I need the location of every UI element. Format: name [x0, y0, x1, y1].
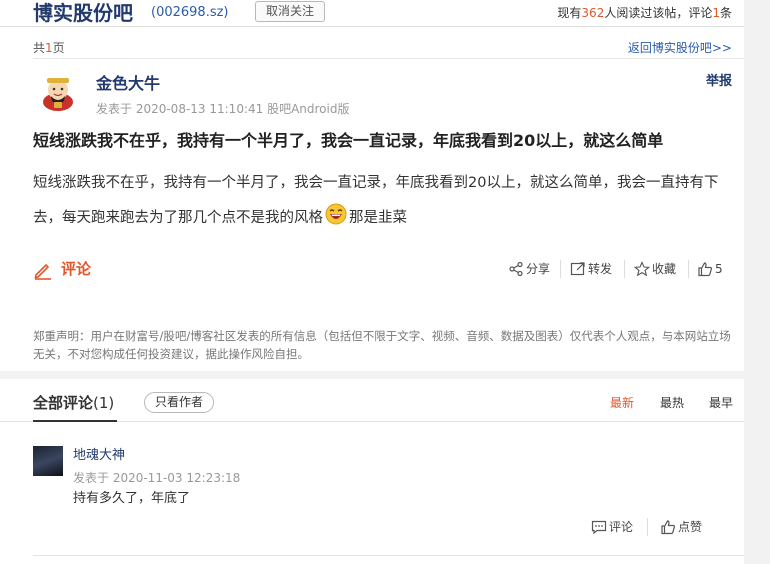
sort-hottest-tab[interactable]: 最热: [660, 395, 684, 411]
comment-text: 持有多久了，年底了: [73, 491, 191, 506]
repost-label: 转发: [588, 262, 613, 276]
comment-time: 发表于 2020-11-03 12:23:18: [73, 471, 241, 485]
share-button[interactable]: 分享: [508, 260, 553, 278]
all-comments-heading[interactable]: 全部评论(1): [33, 392, 114, 414]
collect-button[interactable]: 收藏: [634, 260, 682, 278]
report-button[interactable]: 举报: [706, 73, 732, 91]
share-label: 分享: [526, 262, 551, 276]
comment-divider: [33, 555, 744, 556]
comment-label: 评论: [61, 260, 92, 278]
author-avatar[interactable]: [39, 72, 77, 112]
sort-newest-tab[interactable]: 最新: [610, 395, 634, 411]
all-comments-label: 全部评论: [33, 394, 94, 412]
read-mid: 人阅读过该帖，评论: [604, 6, 713, 20]
like-button[interactable]: 5: [697, 260, 727, 278]
collect-label: 收藏: [652, 262, 677, 276]
page-count: 共1页: [33, 41, 65, 55]
disclaimer-text: 郑重声明：用户在财富号/股吧/博客社区发表的所有信息（包括但不限于文字、视频、音…: [33, 329, 731, 361]
post-title: 短线涨跌我不在乎，我持有一个半月了，我会一直记录，年底我看到20以上，就这么简单: [33, 131, 664, 150]
comment-bubble-icon: [591, 520, 607, 535]
page-count-suffix: 页: [52, 41, 65, 55]
comment-like-label: 点赞: [678, 520, 703, 534]
read-suffix: 条: [719, 6, 732, 20]
share-icon: [509, 261, 523, 277]
pen-icon: [34, 263, 51, 280]
post-body-text-end: 那是韭菜: [349, 210, 407, 226]
post-time: 发表于 2020-08-13 11:10:41 股吧Android版: [96, 102, 350, 116]
bar-name-link[interactable]: 博实股份吧: [33, 0, 133, 26]
author-only-button[interactable]: 只看作者: [144, 392, 214, 413]
read-stats: 现有362人阅读过该帖，评论1条: [557, 5, 732, 21]
active-heading-underline: [33, 420, 117, 422]
action-divider: [647, 518, 648, 536]
comment-count: 1: [712, 6, 720, 20]
read-count: 362: [581, 6, 605, 20]
all-comments-count: (1): [93, 394, 115, 412]
post-author-name[interactable]: 金色大牛: [96, 73, 160, 95]
read-prefix: 现有: [557, 6, 582, 20]
stock-code-link[interactable]: (002698.sz): [151, 4, 229, 22]
sort-oldest-tab[interactable]: 最早: [709, 395, 733, 411]
back-to-bar-link[interactable]: 返回博实股份吧>>: [628, 41, 732, 55]
laughing-emoji-icon: [325, 203, 347, 225]
page-count-number: 1: [45, 41, 53, 55]
commenter-name[interactable]: 地魂大神: [73, 447, 125, 465]
star-icon: [634, 261, 650, 277]
post-body: 短线涨跌我不在乎，我持有一个半月了，我会一直记录，年底我看到20以上，就这么简单…: [33, 166, 733, 236]
unfollow-button[interactable]: 取消关注: [255, 1, 325, 22]
thumbs-up-icon: [661, 520, 676, 535]
like-count: 5: [715, 262, 723, 276]
reply-button[interactable]: 评论: [591, 518, 639, 536]
thumbs-up-icon: [698, 262, 713, 277]
commenter-avatar[interactable]: [33, 446, 63, 476]
page-count-prefix: 共: [33, 41, 46, 55]
action-divider: [624, 260, 625, 278]
repost-icon: [570, 262, 585, 276]
action-divider: [688, 260, 689, 278]
comment-like-button[interactable]: 点赞: [660, 518, 710, 536]
reply-label: 评论: [609, 520, 634, 534]
repost-button[interactable]: 转发: [570, 260, 618, 278]
action-divider: [560, 260, 561, 278]
